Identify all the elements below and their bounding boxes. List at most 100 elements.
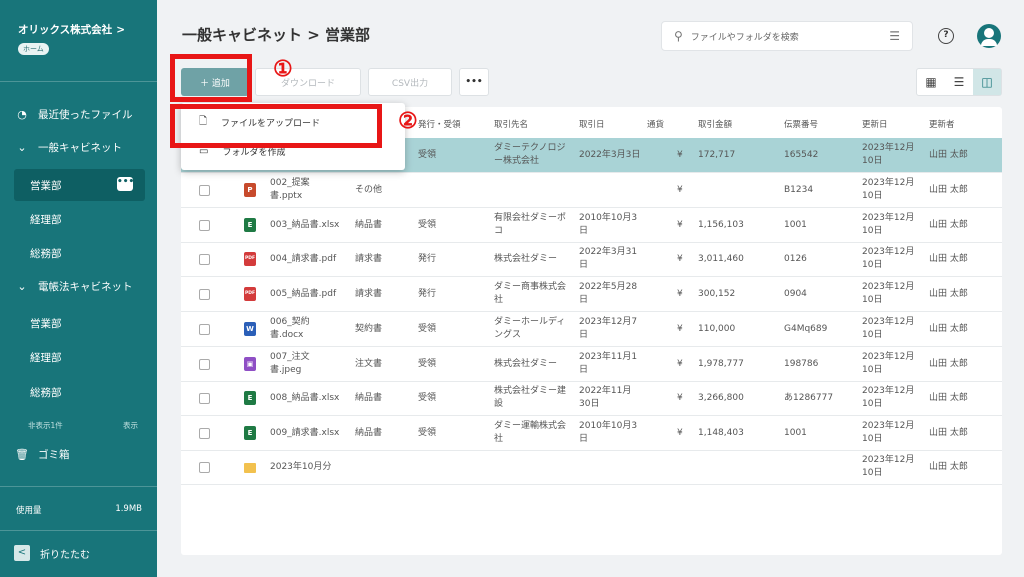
table-row[interactable]: W 006_契約書.docx 契約書 受領 ダミーホールディングス 2023年12月7日 ¥… [181,312,1002,347]
voucher-number: 1001 [784,220,807,230]
sidebar: オリックス株式会社 > ホーム ◔ 最近使ったファイル ⌄ 一般キャビネット 営業部 … [0,0,157,577]
filter-icon[interactable]: ☰ [889,29,900,43]
list-view-icon[interactable]: ☰ [945,69,973,95]
table-row[interactable]: P 002_提案書.pptx その他 ¥ B1234 2023年12月10日 山田 太郎 [181,173,1002,208]
storage-usage: 使用量 1.9MB [16,504,142,516]
divider [0,530,157,531]
step-number: ② [398,108,418,134]
help-icon[interactable]: ? [938,28,954,44]
sidebar-item-ledger-sales[interactable]: 営業部 [0,307,157,339]
row-checkbox[interactable] [199,254,210,265]
row-checkbox[interactable] [199,324,210,335]
table-row[interactable]: E 009_請求書.xlsx 納品書 受領 ダミー運輸株式会社 2010年10月3日 ¥1,… [181,416,1002,451]
partner-name: 株式会社ダミー [494,359,558,369]
transaction-date: 2023年11月1日 [579,352,638,375]
transaction-date: 2022年11月30日 [579,386,632,409]
sidebar-item-sales[interactable]: 営業部 ••• [14,169,145,201]
file-name[interactable]: 007_注文書.jpeg [270,351,340,377]
issue-receive: 発行 [418,254,437,264]
table-row[interactable]: PDF 005_納品書.pdf 請求書 発行 ダミー商事株式会社 2022年5月28日 ¥3… [181,277,1002,312]
document-type: 請求書 [355,289,383,299]
currency: ¥ [677,359,683,369]
partner-name: 株式会社ダミー [494,254,558,264]
avatar[interactable] [977,24,1001,48]
download-button[interactable]: ダウンロード [255,68,361,96]
file-name[interactable]: 006_契約書.docx [270,316,340,342]
updated-date: 2023年12月10日 [862,213,915,236]
updated-date: 2023年12月10日 [862,247,915,270]
transaction-date: 2022年3月31日 [579,247,638,270]
partner-name: ダミーホールディングス [494,317,566,340]
table-row[interactable]: 2023年10月分 2023年12月10日 山田 太郎 [181,450,1002,485]
breadcrumb: 一般キャビネット > 営業部 [182,26,371,44]
show-hidden-link[interactable]: 表示 [123,420,138,431]
row-checkbox[interactable] [199,289,210,300]
sidebar-item-ledger-general-affairs[interactable]: 総務部 [0,376,157,408]
view-switcher: ▦ ☰ ◫ [916,68,1002,96]
partner-name: ダミーテクノロジー株式会社 [494,143,566,166]
voucher-number: B1234 [784,185,814,195]
more-actions-button[interactable]: ••• [459,68,489,96]
table-row[interactable]: ▣ 007_注文書.jpeg 注文書 受領 株式会社ダミー 2023年11月1日 ¥1,97… [181,347,1002,382]
file-name[interactable]: 005_納品書.pdf [270,288,340,301]
collapse-sidebar-button[interactable]: < 折りたたむ [14,545,90,561]
grid-view-icon[interactable]: ▦ [917,69,945,95]
updated-date: 2023年12月10日 [862,178,915,201]
issue-receive: 発行 [418,289,437,299]
voucher-number: あ1286777 [784,393,834,403]
table-row[interactable]: E 003_納品書.xlsx 納品書 受領 有限会社ダミーポコ 2010年10月3日 ¥1,… [181,208,1002,243]
transaction-date: 2022年5月28日 [579,282,638,305]
file-type-icon: E [244,391,256,405]
document-type: 請求書 [355,254,383,264]
row-checkbox[interactable] [199,462,210,473]
folder-icon [244,463,256,473]
sidebar-item-ledger-accounting[interactable]: 経理部 [0,341,157,373]
file-name[interactable]: 009_請求書.xlsx [270,427,340,440]
updated-date: 2023年12月10日 [862,386,915,409]
sidebar-item-accounting[interactable]: 経理部 [0,203,157,235]
document-type: その他 [355,185,383,195]
issue-receive: 受領 [418,393,437,403]
row-checkbox[interactable] [199,393,210,404]
search-input[interactable]: ⚲ ファイルやフォルダを検索 ☰ [661,21,913,51]
sidebar-item-recent[interactable]: ◔ 最近使ったファイル [0,98,157,130]
file-name[interactable]: 2023年10月分 [270,461,340,474]
chevron-left-icon: < [14,545,30,561]
transaction-amount: 110,000 [698,324,736,334]
table-row[interactable]: PDF 004_請求書.pdf 請求書 発行 株式会社ダミー 2022年3月31日 ¥3,0… [181,242,1002,277]
row-checkbox[interactable] [199,185,210,196]
sidebar-item-general-affairs[interactable]: 総務部 [0,237,157,269]
table-row[interactable]: E 008_納品書.xlsx 納品書 受領 株式会社ダミー建設 2022年11月30日 ¥3… [181,381,1002,416]
issue-receive: 受領 [418,150,437,160]
file-name[interactable]: 008_納品書.xlsx [270,392,340,405]
updated-by: 山田 太郎 [929,393,968,403]
file-name[interactable]: 002_提案書.pptx [270,177,340,203]
csv-export-button[interactable]: CSV出力 [368,68,452,96]
more-icon[interactable]: ••• [117,177,134,191]
issue-receive: 受領 [418,359,437,369]
transaction-amount: 1,978,777 [698,359,744,369]
chevron-down-icon: ⌄ [17,279,27,293]
sidebar-item-general-cabinet[interactable]: ⌄ 一般キャビネット [0,131,157,163]
sidebar-item-ledger-cabinet[interactable]: ⌄ 電帳法キャビネット [0,270,157,302]
file-name[interactable]: 003_納品書.xlsx [270,219,340,232]
voucher-number: 165542 [784,150,819,160]
row-checkbox[interactable] [199,428,210,439]
file-type-icon: ▣ [244,357,256,371]
detail-view-icon[interactable]: ◫ [973,69,1001,95]
currency: ¥ [677,289,683,299]
file-type-icon: W [244,322,256,336]
currency: ¥ [677,324,683,334]
document-type: 納品書 [355,220,383,230]
divider [0,486,157,487]
transaction-amount: 1,156,103 [698,220,744,230]
home-badge[interactable]: ホーム [18,43,49,55]
row-checkbox[interactable] [199,220,210,231]
sidebar-item-trash[interactable]: 🗑 ゴミ箱 [0,438,157,470]
search-icon: ⚲ [674,29,683,43]
partner-name: 有限会社ダミーポコ [494,213,567,236]
company-switcher[interactable]: オリックス株式会社 > [18,22,125,37]
file-name[interactable]: 004_請求書.pdf [270,253,340,266]
document-type: 注文書 [355,359,383,369]
row-checkbox[interactable] [199,359,210,370]
